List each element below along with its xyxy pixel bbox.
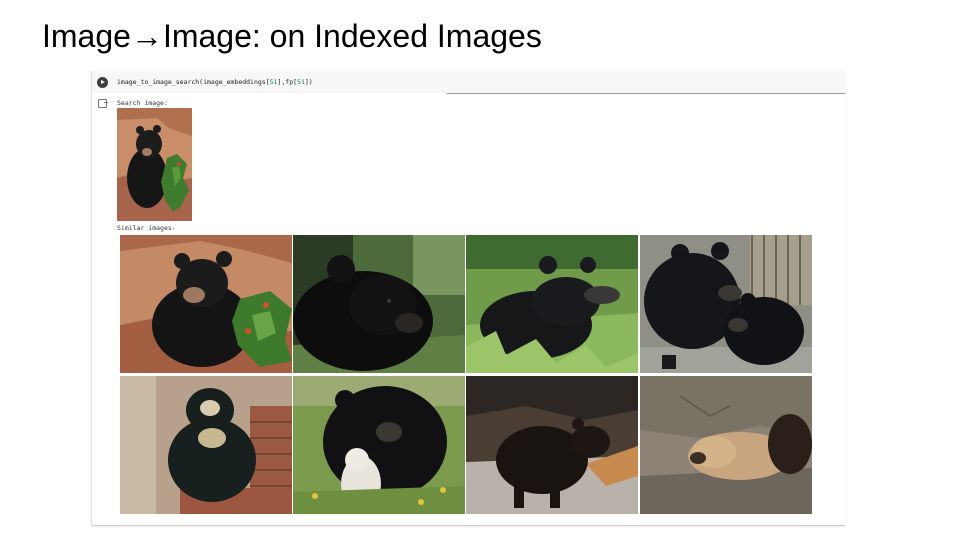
two-black-bears-enclosure-photo-icon xyxy=(640,235,812,373)
notebook-cell-panel: image_to_image_search(image_embeddings[ 5… xyxy=(91,71,845,526)
result-image xyxy=(120,235,292,373)
black-bear-with-white-cub-photo-icon xyxy=(293,376,465,514)
cell-divider xyxy=(447,93,845,94)
code-cell[interactable]: image_to_image_search(image_embeddings[ 5… xyxy=(92,71,845,93)
code-part: ]) xyxy=(304,78,313,86)
spectacled-bear-brick-wall-photo-icon xyxy=(120,376,292,514)
code-part: ],fp[ xyxy=(277,78,298,86)
result-image xyxy=(466,376,638,514)
black-bear-walking-rocks-photo-icon xyxy=(466,376,638,514)
result-image xyxy=(120,376,292,514)
code-line[interactable]: image_to_image_search(image_embeddings[ 5… xyxy=(117,78,313,86)
black-bear-meadow-photo-icon xyxy=(466,235,638,373)
result-image xyxy=(640,376,812,514)
black-bear-cub-rocks-photo-icon xyxy=(120,235,292,373)
brown-bear-sleeping-rock-photo-icon xyxy=(640,376,812,514)
query-image xyxy=(117,108,192,221)
slide-title: Image→Image: on Indexed Images xyxy=(42,18,542,54)
run-cell-button[interactable] xyxy=(97,77,108,88)
result-image xyxy=(293,235,465,373)
code-part: image_to_image_search(image_embeddings[ xyxy=(117,78,270,86)
search-image-label: Search image: xyxy=(117,99,168,107)
black-bear-grass-photo-icon xyxy=(293,235,465,373)
result-image xyxy=(293,376,465,514)
clear-output-icon[interactable] xyxy=(98,99,108,108)
black-bear-cub-photo-icon xyxy=(117,108,192,221)
similar-images-label: Similar images- xyxy=(117,224,176,232)
code-number: 51 xyxy=(297,78,305,86)
result-image xyxy=(466,235,638,373)
result-image xyxy=(640,235,812,373)
